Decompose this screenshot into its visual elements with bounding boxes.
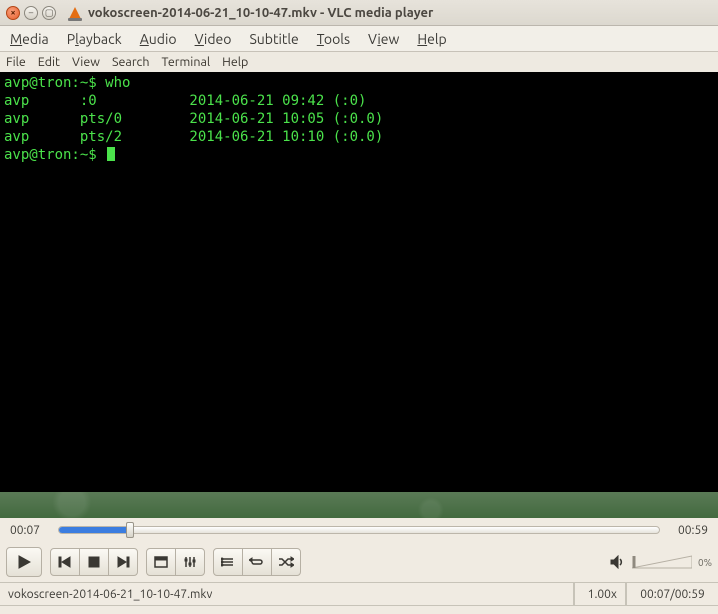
window-close-button[interactable]: ×	[6, 6, 20, 20]
speaker-icon	[610, 555, 626, 569]
menu-subtitle[interactable]: Subtitle	[249, 31, 298, 47]
control-bar: 0%	[0, 542, 718, 582]
menu-tools[interactable]: Tools	[317, 31, 350, 47]
fullscreen-button[interactable]	[146, 548, 176, 576]
window-buttons: × – ▢	[6, 6, 56, 20]
window-minimize-button[interactable]: –	[24, 6, 38, 20]
menu-audio[interactable]: Audio	[140, 31, 177, 47]
shuffle-icon	[278, 556, 294, 568]
playlist-icon	[221, 556, 235, 568]
playlist-button[interactable]	[213, 548, 243, 576]
status-speed[interactable]: 1.00x	[574, 583, 626, 606]
terminal-menu-search: Search	[112, 55, 150, 69]
fullscreen-icon	[154, 556, 168, 568]
loop-icon	[249, 556, 265, 568]
terminal-menu-file: File	[6, 55, 26, 69]
seek-row: 00:07 00:59	[0, 518, 718, 542]
video-decor-bar	[0, 492, 718, 518]
menu-view[interactable]: View	[368, 31, 399, 47]
menu-playback[interactable]: Playback	[67, 31, 122, 47]
loop-button[interactable]	[242, 548, 272, 576]
extended-settings-button[interactable]	[175, 548, 205, 576]
stop-button[interactable]	[79, 548, 109, 576]
video-surface[interactable]: avp@tron:~$ who avp :0 2014-06-21 09:42 …	[0, 72, 718, 492]
terminal-menu-help: Help	[222, 55, 248, 69]
vlc-cone-icon	[68, 5, 82, 21]
previous-button[interactable]	[50, 548, 80, 576]
status-bar: vokoscreen-2014-06-21_10-10-47.mkv 1.00x…	[0, 582, 718, 606]
volume-slider[interactable]	[632, 554, 692, 570]
stop-icon	[88, 556, 100, 568]
view-tools-group	[146, 548, 205, 576]
terminal-cursor	[107, 147, 115, 161]
seek-fill	[59, 527, 130, 533]
playlist-group	[213, 548, 301, 576]
menu-help[interactable]: Help	[417, 31, 446, 47]
volume-percent: 0%	[698, 557, 712, 568]
status-time[interactable]: 00:07/00:59	[626, 583, 718, 606]
track-nav-group	[50, 548, 138, 576]
mute-button[interactable]	[610, 555, 626, 569]
window-maximize-button[interactable]: ▢	[42, 6, 56, 20]
vlc-menubar: Media Playback Audio Video Subtitle Tool…	[0, 26, 718, 52]
terminal-output: avp@tron:~$ who avp :0 2014-06-21 09:42 …	[0, 72, 718, 166]
equalizer-icon	[183, 556, 197, 568]
window-titlebar: × – ▢ vokoscreen-2014-06-21_10-10-47.mkv…	[0, 0, 718, 26]
skip-next-icon	[116, 556, 130, 568]
elapsed-time[interactable]: 00:07	[10, 524, 50, 537]
total-time[interactable]: 00:59	[668, 524, 708, 537]
shuffle-button[interactable]	[271, 548, 301, 576]
window-title: vokoscreen-2014-06-21_10-10-47.mkv - VLC…	[88, 6, 433, 20]
status-filename[interactable]: vokoscreen-2014-06-21_10-10-47.mkv	[0, 583, 574, 606]
terminal-menu-view: View	[72, 55, 100, 69]
play-button[interactable]	[6, 547, 42, 577]
volume-area: 0%	[610, 554, 712, 570]
menu-media[interactable]: Media	[10, 31, 49, 47]
next-button[interactable]	[108, 548, 138, 576]
skip-previous-icon	[58, 556, 72, 568]
menu-video[interactable]: Video	[195, 31, 232, 47]
seek-slider[interactable]	[58, 526, 660, 534]
terminal-menubar: File Edit View Search Terminal Help	[0, 52, 718, 72]
terminal-menu-terminal: Terminal	[162, 55, 211, 69]
play-icon	[17, 555, 31, 569]
seek-knob[interactable]	[126, 522, 134, 538]
terminal-menu-edit: Edit	[38, 55, 60, 69]
